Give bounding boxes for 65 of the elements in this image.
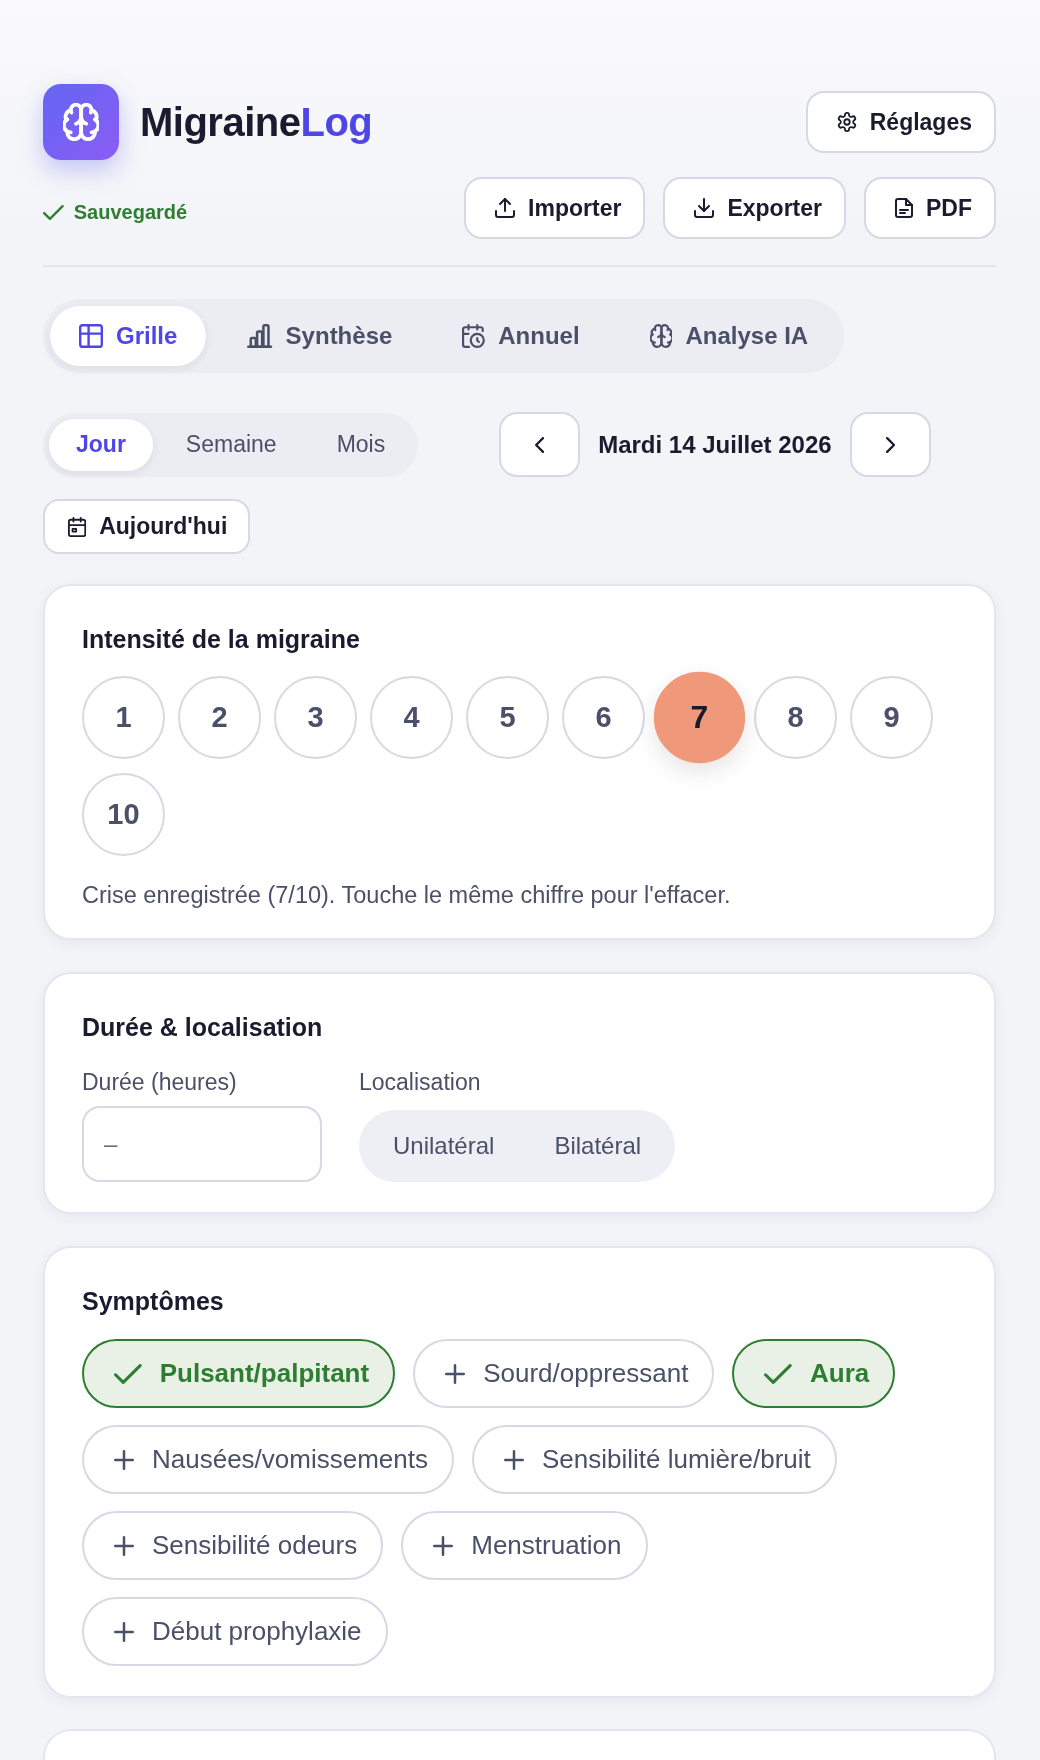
intensity-level-button[interactable]: 7 [653, 671, 746, 764]
tab[interactable]: Synthèse [218, 306, 422, 366]
intensity-level-button[interactable]: 9 [850, 676, 933, 759]
plus-icon [114, 1535, 134, 1556]
plus-icon [114, 1449, 134, 1470]
check-icon [43, 204, 64, 220]
check-icon [764, 1363, 793, 1384]
table-icon [79, 324, 103, 348]
intensity-level-button[interactable]: 6 [562, 676, 645, 759]
upload-icon [495, 198, 516, 218]
intensity-level-button[interactable]: 3 [274, 676, 357, 759]
view-mode-option[interactable]: Jour [49, 418, 153, 471]
settings-button[interactable]: Réglages [805, 91, 996, 153]
view-mode-option[interactable]: Semaine [158, 418, 304, 471]
app-title: MigraineLog [140, 102, 373, 142]
plus-icon [433, 1535, 454, 1556]
current-date: Mardi 14 Juillet 2026 [598, 430, 832, 459]
export-button[interactable]: Exporter [663, 177, 846, 239]
intensity-hint: Crise enregistrée (7/10). Touche le même chiffre pour l'effacer. [82, 882, 732, 908]
plus-icon [114, 1621, 134, 1642]
next-day-button[interactable] [849, 412, 931, 477]
plus-icon [504, 1449, 524, 1470]
chevron-left-icon [535, 436, 545, 453]
plus-icon [445, 1363, 466, 1384]
card-title: Symptômes [82, 1286, 225, 1316]
intensity-level-button[interactable]: 10 [82, 773, 165, 856]
duration-field[interactable]: – [82, 1106, 322, 1182]
symptom-chip[interactable]: Menstruation [401, 1511, 648, 1580]
card-title: Intensité de la migraine [82, 624, 361, 654]
card-title: Durée & localisation [82, 1012, 324, 1042]
symptom-chip[interactable]: Sensibilité lumière/bruit [472, 1425, 837, 1494]
view-mode-option[interactable]: Mois [309, 418, 413, 471]
brain-logo-icon [43, 84, 119, 160]
settings-icon [836, 112, 857, 132]
brain-icon [649, 324, 673, 348]
chevron-right-icon [885, 436, 895, 453]
intensity-level-button[interactable]: 2 [178, 676, 261, 759]
calendar-clock-icon [462, 324, 486, 348]
intensity-level-button[interactable]: 4 [370, 676, 453, 759]
import-button[interactable]: Importer [464, 177, 646, 239]
symptom-chip[interactable]: Début prophylaxie [82, 1597, 388, 1666]
save-status: Sauvegardé [73, 200, 188, 224]
today-button[interactable]: Aujourd'hui [43, 499, 251, 554]
intensity-level-button[interactable]: 1 [82, 676, 165, 759]
pdf-button[interactable]: PDF [864, 177, 996, 239]
symptom-chip[interactable]: Sensibilité odeurs [82, 1511, 384, 1580]
tab[interactable]: Analyse IA [620, 306, 838, 366]
intensity-level-button[interactable]: 5 [466, 676, 549, 759]
check-icon [114, 1363, 142, 1384]
symptom-chip[interactable]: Nausées/vomissements [82, 1425, 454, 1494]
bar-chart-icon [247, 324, 273, 348]
tab[interactable]: Grille [50, 306, 207, 366]
file-icon [895, 198, 913, 218]
calendar-icon [68, 516, 87, 537]
symptom-chip[interactable]: Aura [732, 1339, 896, 1408]
field-label: Durée (heures) [82, 1070, 237, 1094]
field-label: Localisation [359, 1070, 481, 1094]
previous-day-button[interactable] [499, 412, 581, 477]
location-option[interactable]: Bilatéral [524, 1114, 672, 1178]
download-icon [694, 198, 715, 218]
location-option[interactable]: Unilatéral [363, 1114, 525, 1178]
intensity-level-button[interactable]: 8 [754, 676, 837, 759]
symptom-chip[interactable]: Sourd/oppressant [413, 1339, 715, 1408]
tab[interactable]: Annuel [433, 306, 609, 366]
symptom-chip[interactable]: Pulsant/palpitant [82, 1339, 396, 1408]
